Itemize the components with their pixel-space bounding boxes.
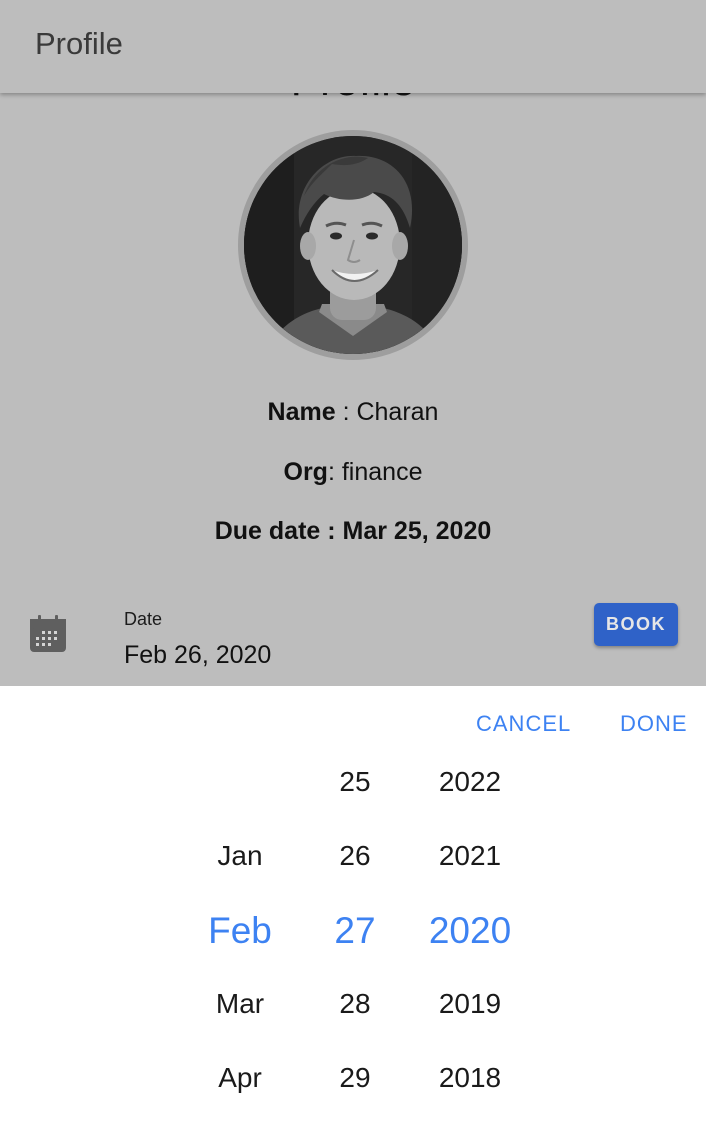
app-bar: Profile [0,0,706,93]
avatar [244,136,462,354]
name-value: Charan [356,398,439,426]
screen: Profile Profile [0,0,706,1130]
year-option[interactable]: 2018 [390,1062,550,1094]
date-field-value[interactable]: Feb 26, 2020 [124,641,271,670]
date-picker-sheet: CANCEL DONE Jan Feb Mar Apr 25 26 27 28 … [0,686,706,1130]
org-separator: : [327,458,342,486]
done-button[interactable]: DONE [620,711,688,737]
name-separator: : [335,398,357,426]
name-label: Name [267,398,336,426]
avatar-frame [238,130,468,360]
due-date-row: Due date : Mar 25, 2020 [214,517,492,545]
profile-name-row: Name : Charan [0,398,706,427]
org-value: finance [341,458,423,486]
app-bar-title: Profile [35,26,123,61]
year-option[interactable]: 2021 [390,840,550,872]
date-field-label: Date [124,609,163,629]
year-option[interactable]: 2022 [390,766,550,798]
profile-page: Profile Profile [0,0,706,686]
book-button[interactable]: BOOK [594,603,678,646]
profile-org-row: Org: finance [0,458,706,487]
cancel-button[interactable]: CANCEL [476,711,571,737]
org-label: Org [283,458,328,486]
year-option-selected[interactable]: 2020 [390,910,550,952]
calendar-icon[interactable] [28,614,68,654]
year-option[interactable]: 2019 [390,988,550,1020]
